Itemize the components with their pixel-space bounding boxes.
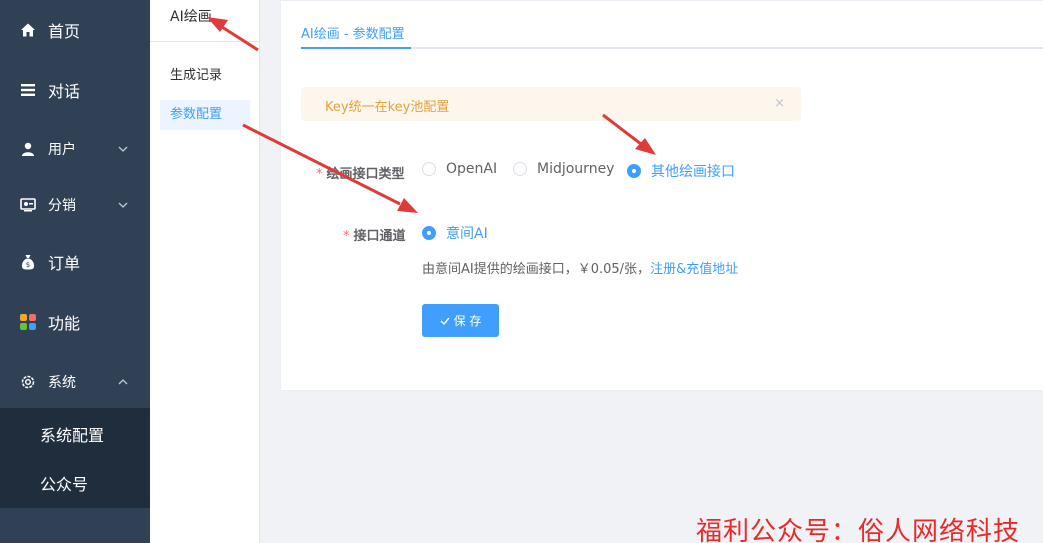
sidebar-item-label: 用户 — [48, 142, 76, 158]
radio-label: Midjourney — [537, 161, 615, 177]
sidebar-subitem-official-account[interactable]: 公众号 — [0, 458, 150, 508]
register-link[interactable]: 注册&充值地址 — [650, 262, 738, 277]
sidebar-item-system[interactable]: 系统 — [0, 354, 150, 410]
tab-params-config[interactable]: AI绘画 - 参数配置 — [301, 23, 405, 42]
config-card: AI绘画 - 参数配置 Key统一在key池配置 × * 绘画接口类型 OpenA… — [280, 0, 1043, 391]
sidebar-item-orders[interactable]: $ 订单 — [0, 234, 150, 290]
chevron-up-icon — [118, 379, 128, 385]
home-icon — [19, 21, 37, 39]
sidebar-item-label: 分销 — [48, 198, 76, 214]
radio-circle — [422, 226, 436, 240]
channel-label-text: 接口通道 — [353, 229, 406, 244]
list-icon — [19, 81, 37, 99]
watermark-text: 福利公众号：俗人网络科技 — [696, 517, 1021, 543]
radio-yijian-ai[interactable]: 意间AI — [422, 223, 488, 243]
radio-label: 意间AI — [446, 226, 488, 242]
description-text: 由意间AI提供的绘画接口，￥0.05/张， — [422, 262, 651, 277]
system-submenu: 系统配置 公众号 — [0, 408, 150, 508]
radio-label: 其他绘画接口 — [651, 164, 735, 180]
save-button-label: 保 存 — [453, 314, 482, 328]
user-icon — [19, 140, 37, 158]
distribution-icon — [19, 196, 37, 214]
grid-icon — [19, 313, 37, 331]
radio-midjourney[interactable]: Midjourney — [513, 161, 614, 177]
subnav-title: AI绘画 — [170, 9, 212, 25]
gear-icon — [19, 373, 37, 391]
chevron-down-icon — [118, 146, 128, 152]
radio-circle — [627, 164, 641, 178]
type-label: * 绘画接口类型 — [316, 163, 405, 182]
required-mark: * — [343, 229, 350, 244]
channel-description: 由意间AI提供的绘画接口，￥0.05/张，注册&充值地址 — [422, 258, 738, 277]
sidebar-item-label: 功能 — [48, 314, 81, 333]
required-mark: * — [316, 167, 323, 182]
sidebar-item-label: 首页 — [48, 22, 81, 41]
sidebar-item-home[interactable]: 首页 — [0, 2, 150, 58]
warning-alert: Key统一在key池配置 × — [301, 87, 801, 121]
svg-text:$: $ — [26, 261, 30, 269]
subnav-item-records[interactable]: 生成记录 — [160, 61, 250, 91]
sidebar-item-distribution[interactable]: 分销 — [0, 177, 150, 233]
sidebar-item-label: 对话 — [48, 82, 81, 101]
sidebar-subitem-system-config[interactable]: 系统配置 — [0, 409, 150, 459]
check-icon — [440, 317, 450, 325]
tab-bar: AI绘画 - 参数配置 — [301, 1, 1043, 49]
money-bag-icon: $ — [19, 253, 37, 271]
channel-label: * 接口通道 — [343, 225, 406, 244]
close-icon[interactable]: × — [774, 96, 785, 111]
sidebar-item-users[interactable]: 用户 — [0, 121, 150, 177]
divider — [150, 41, 259, 42]
sidebar-item-chat[interactable]: 对话 — [0, 62, 150, 118]
radio-label: OpenAI — [446, 161, 498, 177]
subnav-item-params[interactable]: 参数配置 — [160, 100, 250, 130]
alert-text: Key统一在key池配置 — [325, 100, 450, 115]
secondary-sidebar: AI绘画 生成记录 参数配置 — [150, 0, 260, 543]
radio-other-api[interactable]: 其他绘画接口 — [627, 161, 735, 181]
chevron-down-icon — [118, 202, 128, 208]
sidebar-item-label: 订单 — [48, 254, 81, 273]
radio-circle — [422, 162, 436, 176]
sidebar-item-features[interactable]: 功能 — [0, 294, 150, 350]
save-button[interactable]: 保 存 — [422, 304, 499, 337]
radio-openai[interactable]: OpenAI — [422, 161, 497, 177]
type-label-text: 绘画接口类型 — [326, 167, 405, 182]
radio-circle — [513, 162, 527, 176]
main-sidebar: 首页 对话 用户 分销 $ 订单 功能 系统 系统配置 公众号 — [0, 0, 150, 543]
tab-active-indicator — [301, 47, 411, 49]
sidebar-item-label: 系统 — [48, 375, 76, 391]
